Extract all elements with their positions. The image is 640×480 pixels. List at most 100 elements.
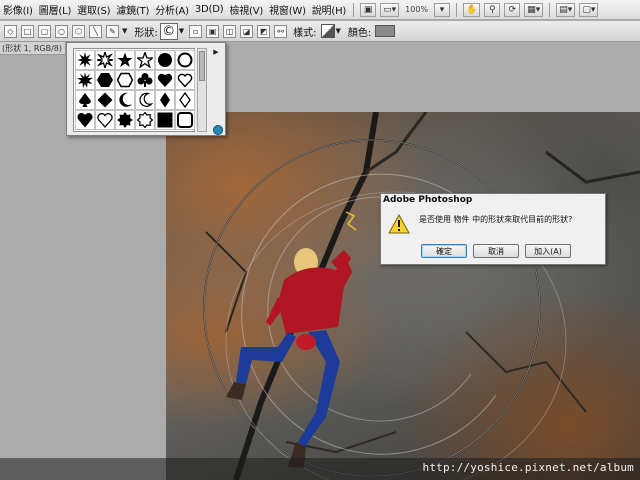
- diamond-filled-icon: [160, 92, 170, 108]
- menu-help[interactable]: 說明(H): [309, 2, 349, 17]
- document-tab[interactable]: (形狀 1, RGB/8) *: [0, 42, 66, 55]
- shape-swatch-heart[interactable]: [155, 70, 175, 90]
- screen-icon[interactable]: ▢▾: [579, 2, 599, 17]
- intersect-shape-icon[interactable]: ◪: [240, 24, 254, 38]
- heart-outline-2-icon: [97, 113, 113, 128]
- heart-filled-icon: [77, 112, 93, 128]
- shape-swatch-square-rounded-outline[interactable]: [175, 110, 195, 130]
- resize-grip-icon[interactable]: [213, 125, 223, 135]
- shape-swatch-hexagon-outline[interactable]: [115, 70, 135, 90]
- starburst-20-icon: [77, 72, 93, 88]
- menu-select[interactable]: 選取(S): [74, 2, 113, 17]
- zoom-dropdown-icon[interactable]: ▾: [434, 2, 451, 17]
- starburst-24-icon: [77, 52, 93, 68]
- shape-swatch-diamond-outline[interactable]: [175, 90, 195, 110]
- menu-window[interactable]: 視窗(W): [266, 2, 309, 17]
- shape-swatch-burst-badge-outline[interactable]: [135, 110, 155, 130]
- shape-swatch-star-5[interactable]: [115, 50, 135, 70]
- rock-crack: [465, 331, 587, 413]
- shape-swatch-star-outline-5[interactable]: [135, 50, 155, 70]
- dialog-message: 是否使用 物件 中的形狀來取代目前的形狀?: [419, 215, 573, 224]
- menu-image[interactable]: 影像(I): [0, 2, 36, 17]
- circle-outline-icon: [177, 52, 193, 68]
- bridge-icon[interactable]: ▣: [360, 2, 377, 17]
- shape-swatch-starburst-24[interactable]: [75, 50, 95, 70]
- rock-crack: [545, 150, 640, 184]
- add-to-shape-icon[interactable]: ▣: [206, 24, 220, 38]
- append-button[interactable]: 加入(A): [525, 244, 571, 258]
- menu-separator: [353, 2, 355, 17]
- ellipse-tool-icon[interactable]: ○: [55, 24, 68, 38]
- menu-separator: [456, 2, 458, 17]
- screen-mode-icon[interactable]: ▭▾: [380, 2, 400, 17]
- shape-swatch-heart-outline-2[interactable]: [95, 110, 115, 130]
- document-canvas[interactable]: [166, 112, 640, 480]
- link-icon[interactable]: ⚯: [274, 24, 288, 38]
- shape-swatch-starburst-20[interactable]: [75, 70, 95, 90]
- moon-icon: [119, 92, 132, 107]
- picker-scrollbar[interactable]: [197, 48, 207, 132]
- shape-swatch-starburst-12[interactable]: [95, 50, 115, 70]
- menu-3d[interactable]: 3D(D): [192, 4, 227, 15]
- polygon-tool-icon[interactable]: ⬡: [72, 24, 85, 38]
- new-layer-icon[interactable]: ▫: [189, 24, 203, 38]
- subtract-shape-icon[interactable]: ◫: [223, 24, 237, 38]
- rectangle-tool-icon[interactable]: □: [21, 24, 34, 38]
- shape-label: 形狀:: [134, 27, 158, 39]
- shape-swatch-circle-outline[interactable]: [175, 50, 195, 70]
- square-icon: [157, 112, 173, 128]
- shape-swatch-moon[interactable]: [115, 90, 135, 110]
- warning-icon: [388, 214, 410, 234]
- shape-swatch-octagon-flower[interactable]: [155, 50, 175, 70]
- hexagon-outline-icon: [117, 72, 133, 88]
- shape-swatch-heart-filled[interactable]: [75, 110, 95, 130]
- style-label: 樣式:: [293, 27, 317, 39]
- picker-menu-icon[interactable]: ▶: [211, 47, 221, 57]
- menu-analysis[interactable]: 分析(A): [152, 2, 192, 17]
- shape-layers-icon[interactable]: ◇: [4, 24, 17, 38]
- picker-scroll-thumb[interactable]: [199, 51, 205, 81]
- zoom-level[interactable]: 100%: [405, 5, 428, 14]
- exclude-shape-icon[interactable]: ◩: [257, 24, 271, 38]
- custom-shape-tool-icon[interactable]: ✎: [106, 24, 119, 38]
- shape-swatch-moon-outline[interactable]: [135, 90, 155, 110]
- chevron-down-icon[interactable]: ▼: [179, 27, 184, 35]
- chevron-down-icon[interactable]: ▼: [336, 27, 341, 35]
- star-5-icon: [117, 52, 133, 67]
- options-bar: ◇ □ ▢ ○ ⬡ ╲ ✎ ▼ 形狀: © ▼ ▫ ▣ ◫ ◪ ◩ ⚯ 樣式: …: [0, 21, 640, 42]
- arrange-documents-icon[interactable]: ▤▾: [556, 2, 576, 17]
- extras-icon[interactable]: ▦▾: [524, 2, 544, 17]
- shape-swatch-diamond[interactable]: [95, 90, 115, 110]
- shape-swatch-burst-badge[interactable]: [115, 110, 135, 130]
- star-outline-5-icon: [137, 52, 153, 68]
- hand-tool-icon[interactable]: ✋: [463, 2, 481, 17]
- shape-swatch-hexagon[interactable]: [95, 70, 115, 90]
- menu-filter[interactable]: 濾鏡(T): [113, 2, 152, 17]
- square-rounded-outline-icon: [177, 112, 193, 128]
- style-picker[interactable]: [320, 24, 335, 38]
- shape-select[interactable]: ©: [159, 22, 178, 40]
- diamond-outline-icon: [179, 92, 191, 108]
- color-label: 顏色:: [347, 27, 372, 39]
- shape-swatch-spade[interactable]: [75, 90, 95, 110]
- cancel-button[interactable]: 取消: [473, 244, 519, 258]
- moon-outline-icon: [139, 92, 153, 107]
- hexagon-icon: [97, 73, 113, 87]
- rotate-view-icon[interactable]: ⟳: [504, 2, 521, 17]
- zoom-tool-icon[interactable]: ⚲: [484, 2, 501, 17]
- rounded-rectangle-tool-icon[interactable]: ▢: [38, 24, 51, 38]
- chevron-down-icon[interactable]: ▼: [122, 27, 127, 35]
- custom-shape-picker: ▶: [66, 42, 226, 136]
- shape-swatch-square[interactable]: [155, 110, 175, 130]
- menu-view[interactable]: 檢視(V): [226, 2, 266, 17]
- line-tool-icon[interactable]: ╲: [89, 24, 102, 38]
- shape-swatch-diamond-filled[interactable]: [155, 90, 175, 110]
- diamond-icon: [97, 92, 113, 108]
- color-swatch[interactable]: [375, 25, 396, 37]
- burst-badge-icon: [117, 112, 133, 128]
- menu-layer[interactable]: 圖層(L): [36, 2, 74, 17]
- shape-swatch-club[interactable]: [135, 70, 155, 90]
- ok-button[interactable]: 確定: [421, 244, 467, 258]
- shape-swatch-heart-outline[interactable]: [175, 70, 195, 90]
- watermark-url: http://yoshice.pixnet.net/album: [422, 461, 634, 474]
